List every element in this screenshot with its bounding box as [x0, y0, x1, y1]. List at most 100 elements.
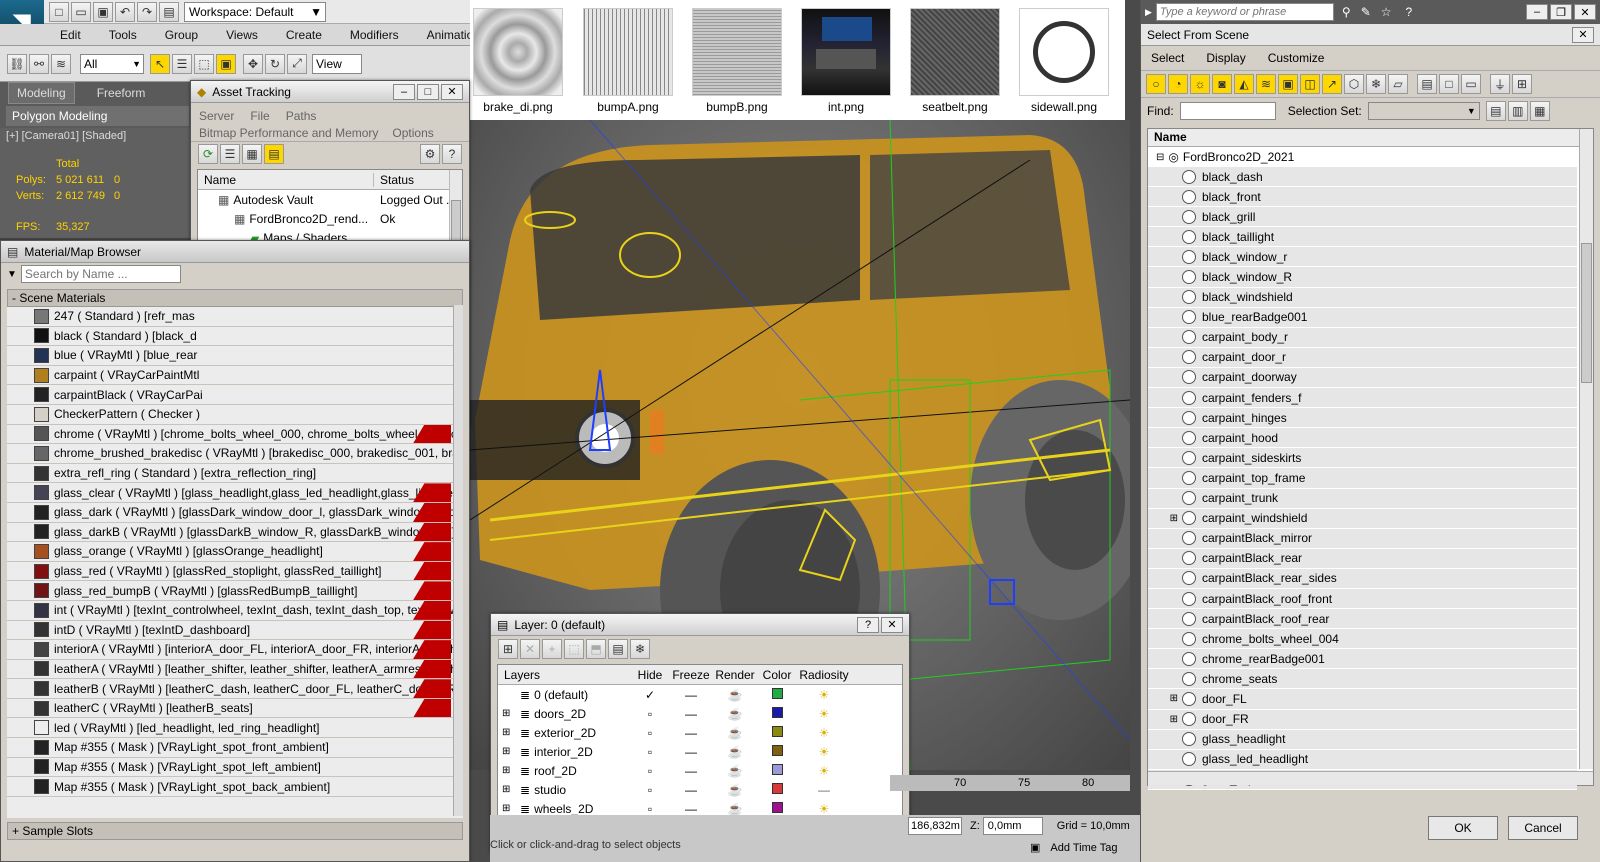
scale-icon[interactable]: ⤢ [287, 53, 307, 74]
material-item[interactable]: chrome_brushed_brakedisc ( VRayMtl ) [br… [7, 444, 463, 464]
freeze-toggle-icon[interactable]: — [670, 726, 712, 740]
binoculars-icon[interactable]: ⚲ [1342, 5, 1351, 19]
filter-icon[interactable]: ⏚ [1490, 74, 1510, 94]
layer-row[interactable]: ⊞ ≣ roof_2D ▫ — ☕ ☀ [498, 761, 902, 780]
material-item[interactable]: black ( Standard ) [black_d [7, 327, 463, 347]
radiosity-light-icon[interactable]: ☀ [796, 726, 852, 740]
menu-file[interactable]: File [250, 109, 269, 123]
freeze-toggle-icon[interactable]: — [670, 707, 712, 721]
scene-object-row[interactable]: chrome_seats [1148, 669, 1577, 690]
options-arrow-icon[interactable]: ▼ [7, 269, 17, 280]
scene-object-row[interactable]: carpaint_hinges [1148, 408, 1577, 429]
thumbnail-brake-di[interactable]: brake_di.png [472, 8, 564, 114]
scene-object-row[interactable]: carpaintBlack_rear [1148, 548, 1577, 569]
material-item[interactable]: int ( VRayMtl ) [texInt_controlwheel, te… [7, 600, 463, 621]
expand-icon[interactable]: ⊞ [1148, 693, 1182, 704]
col-layers[interactable]: Layers [498, 668, 630, 682]
asset-row[interactable]: ▦ Autodesk Vault Logged Out ... [198, 190, 462, 209]
material-item[interactable]: glass_darkB ( VRayMtl ) [glassDarkB_wind… [7, 522, 463, 543]
thumbnail-bumpb[interactable]: bumpB.png [691, 8, 783, 114]
scene-object-row[interactable]: carpaint_doorway [1148, 367, 1577, 389]
radiosity-light-icon[interactable]: ☀ [796, 707, 852, 721]
radiosity-light-icon[interactable]: ☀ [796, 764, 852, 778]
select-invert-icon[interactable]: ▦ [1529, 101, 1550, 121]
material-item[interactable]: led ( VRayMtl ) [led_headlight, led_ring… [7, 718, 463, 739]
highlight-layer-icon[interactable]: ⬒ [586, 639, 606, 659]
layer-color-swatch[interactable] [758, 782, 796, 797]
material-item[interactable]: Map #355 ( Mask ) [VRayLight_spot_front_… [7, 738, 463, 758]
render-teapot-icon[interactable]: ☕ [712, 745, 758, 759]
bones-filter-icon[interactable]: ↗ [1322, 74, 1342, 94]
list-view-icon[interactable]: ☰ [220, 143, 240, 164]
layer-color-swatch[interactable] [758, 706, 796, 721]
freeze-toggle-icon[interactable]: — [670, 783, 712, 797]
col-freeze[interactable]: Freeze [670, 668, 712, 682]
menu-options[interactable]: Options [392, 126, 433, 140]
expand-icon[interactable]: ⊞ [1148, 513, 1182, 524]
containers-filter-icon[interactable]: ⬡ [1344, 74, 1364, 94]
project-icon[interactable]: ▤ [159, 1, 179, 22]
hide-toggle-icon[interactable]: ▫ [630, 802, 670, 816]
hide-all-icon[interactable]: ▤ [608, 639, 628, 659]
render-teapot-icon[interactable]: ☕ [712, 688, 758, 702]
asset-row[interactable]: ▦ FordBronco2D_rend... Ok [198, 209, 462, 228]
redo-icon[interactable]: ↷ [137, 1, 157, 22]
hide-toggle-icon[interactable]: ▫ [630, 726, 670, 740]
close-icon[interactable]: ✕ [441, 83, 463, 100]
open-file-icon[interactable]: ▭ [71, 1, 91, 22]
maximize-icon[interactable]: □ [417, 83, 439, 100]
coord-z-field[interactable]: 0,0mm [982, 817, 1043, 835]
display-none-icon[interactable]: □ [1439, 74, 1459, 94]
shapes-filter-icon[interactable]: ◔ [1168, 74, 1188, 94]
radiosity-light-icon[interactable]: ☀ [796, 688, 852, 702]
material-item[interactable]: extra_refl_ring ( Standard ) [extra_refl… [7, 464, 463, 484]
material-item[interactable]: CheckerPattern ( Checker ) [7, 405, 463, 425]
scene-object-row[interactable]: ⊞ door_FL [1148, 689, 1577, 710]
menu-display[interactable]: Display [1206, 51, 1245, 65]
expand-icon[interactable]: ⊞ [1148, 714, 1182, 725]
layer-color-swatch[interactable] [758, 801, 796, 816]
scene-vertical-scrollbar[interactable] [1579, 129, 1593, 769]
vault-icon[interactable]: ⚙ [420, 143, 440, 164]
spacewarps-filter-icon[interactable]: ≋ [1256, 74, 1276, 94]
help-icon[interactable]: ? [857, 616, 879, 633]
thumbnail-view-icon[interactable]: ▦ [242, 143, 262, 164]
workspace-dropdown[interactable]: Workspace: Default ▼ [184, 1, 326, 22]
scene-object-row[interactable]: carpaintBlack_rear_sides [1148, 568, 1577, 589]
render-teapot-icon[interactable]: ☕ [712, 726, 758, 740]
select-object-icon[interactable]: ↖ [150, 53, 170, 74]
material-vertical-scrollbar[interactable] [453, 305, 463, 816]
hidden-filter-icon[interactable]: ▱ [1388, 74, 1408, 94]
hide-toggle-icon[interactable]: ▫ [630, 745, 670, 759]
menu-select[interactable]: Select [1151, 51, 1184, 65]
key-icon[interactable]: ▣ [1030, 841, 1040, 854]
menu-server[interactable]: Server [199, 109, 234, 123]
cancel-button[interactable]: Cancel [1508, 816, 1578, 840]
expand-icon[interactable]: ⊞ [502, 784, 516, 795]
material-item[interactable]: carpaintBlack ( VRayCarPai [7, 385, 463, 405]
bind-space-warp-icon[interactable]: ≋ [51, 53, 71, 74]
menu-views[interactable]: Views [226, 28, 258, 42]
freeze-toggle-icon[interactable]: — [670, 745, 712, 759]
close-icon[interactable]: ✕ [881, 616, 903, 633]
reference-coord-dropdown[interactable]: View [312, 53, 362, 74]
scene-object-row[interactable]: carpaint_top_frame [1148, 468, 1577, 489]
tab-freeform[interactable]: Freeform [89, 83, 154, 103]
menu-tools[interactable]: Tools [109, 28, 137, 42]
material-item[interactable]: glass_red_bumpB ( VRayMtl ) [glassRedBum… [7, 581, 463, 601]
add-to-layer-icon[interactable]: + [542, 639, 562, 659]
menu-create[interactable]: Create [286, 28, 322, 42]
scene-object-row[interactable]: carpaint_body_r [1148, 327, 1577, 348]
geometry-filter-icon[interactable]: ○ [1146, 74, 1166, 94]
scene-object-row[interactable]: ⊞ carpaint_windshield [1148, 508, 1577, 529]
layer-row[interactable]: ⊞ ≣ interior_2D ▫ — ☕ ☀ [498, 742, 902, 761]
tools-icon[interactable]: ✎ [1361, 5, 1371, 19]
restore-icon[interactable]: ❐ [1550, 4, 1572, 20]
select-objects-icon[interactable]: ⬚ [564, 639, 584, 659]
render-teapot-icon[interactable]: ☕ [712, 707, 758, 721]
undo-icon[interactable]: ↶ [115, 1, 135, 22]
material-item[interactable]: Map #355 ( Mask ) [VRayLight_spot_back_a… [7, 777, 463, 797]
material-item[interactable]: glass_clear ( VRayMtl ) [glass_headlight… [7, 483, 463, 503]
material-item[interactable]: glass_orange ( VRayMtl ) [glassOrange_he… [7, 542, 463, 562]
delete-layer-icon[interactable]: ✕ [520, 639, 540, 659]
